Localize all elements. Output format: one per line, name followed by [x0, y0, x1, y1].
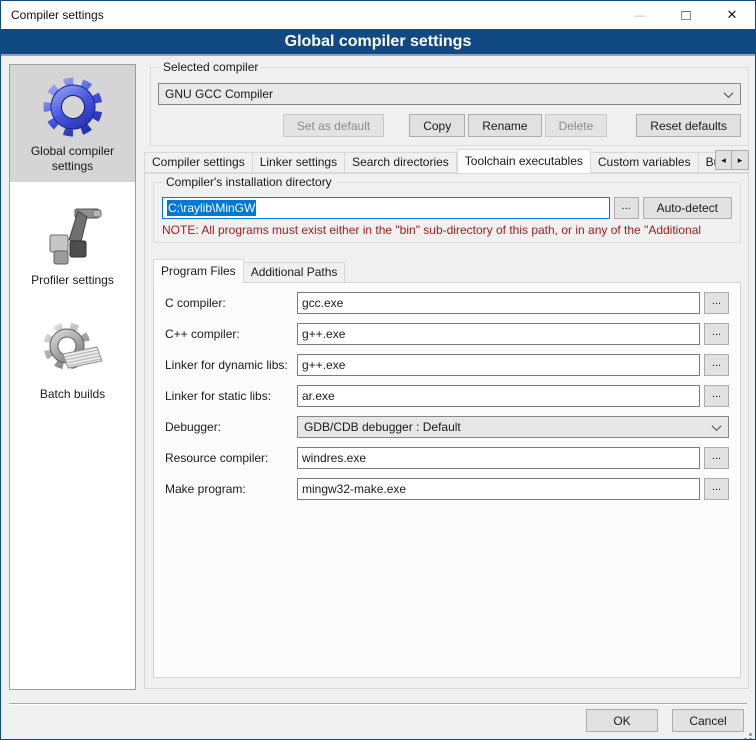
- browse-button[interactable]: ...: [704, 323, 729, 345]
- cpp-compiler-row: C++ compiler: ...: [165, 323, 729, 345]
- set-as-default-button[interactable]: Set as default: [283, 114, 384, 137]
- gear-stack-icon: [41, 318, 105, 382]
- installation-directory-group: Compiler's installation directory C:\ray…: [153, 182, 741, 243]
- sidebar-item-profiler-settings[interactable]: Profiler settings: [10, 194, 135, 296]
- selected-compiler-group: Selected compiler GNU GCC Compiler Set a…: [150, 67, 749, 146]
- c-compiler-input[interactable]: [297, 292, 700, 314]
- maximize-icon[interactable]: □: [663, 1, 709, 29]
- note-text: NOTE: All programs must exist either in …: [162, 223, 732, 237]
- settings-sidebar: Global compiler settings Profiler settin…: [9, 64, 136, 690]
- reset-defaults-button[interactable]: Reset defaults: [636, 114, 741, 137]
- debugger-select[interactable]: GDB/CDB debugger : Default: [297, 416, 729, 438]
- sidebar-item-batch-builds[interactable]: Batch builds: [10, 308, 135, 410]
- field-label: Linker for dynamic libs:: [165, 358, 297, 372]
- settings-tabs: Compiler settings Linker settings Search…: [144, 149, 749, 173]
- selected-path-text: C:\raylib\MinGW: [167, 200, 256, 216]
- browse-button[interactable]: ...: [704, 478, 729, 500]
- sidebar-item-label: Profiler settings: [31, 273, 114, 288]
- field-label: Debugger:: [165, 420, 297, 434]
- field-label: C++ compiler:: [165, 327, 297, 341]
- sidebar-item-label: Global compiler settings: [13, 144, 132, 174]
- tab-scroll-arrows: ◂ ▸: [715, 150, 749, 170]
- resize-grip[interactable]: [749, 733, 752, 736]
- caliper-icon: [41, 204, 105, 268]
- debugger-row: Debugger: GDB/CDB debugger : Default: [165, 416, 729, 438]
- gear-blue-icon: [41, 75, 105, 139]
- debugger-select-value: GDB/CDB debugger : Default: [304, 420, 713, 434]
- program-files-page: C compiler: ... C++ compiler: ... Linker…: [153, 282, 741, 678]
- rename-button[interactable]: Rename: [468, 114, 541, 137]
- minimize-icon[interactable]: —: [617, 1, 663, 29]
- tab-linker-settings[interactable]: Linker settings: [253, 152, 345, 173]
- make-program-row: Make program: ...: [165, 478, 729, 500]
- main-content: Selected compiler GNU GCC Compiler Set a…: [144, 60, 749, 700]
- tab-additional-paths[interactable]: Additional Paths: [244, 262, 346, 283]
- tab-compiler-settings[interactable]: Compiler settings: [144, 152, 253, 173]
- tab-custom-variables[interactable]: Custom variables: [591, 152, 699, 173]
- ok-button[interactable]: OK: [586, 709, 658, 732]
- tab-search-directories[interactable]: Search directories: [345, 152, 457, 173]
- auto-detect-button[interactable]: Auto-detect: [643, 197, 732, 219]
- window-controls: — □ ✕: [617, 1, 755, 29]
- page-title: Global compiler settings: [1, 29, 755, 56]
- browse-directory-button[interactable]: ...: [614, 197, 639, 219]
- tab-scroll-left-icon[interactable]: ◂: [715, 150, 732, 170]
- sidebar-item-label: Batch builds: [40, 387, 105, 402]
- programs-subtabs: Program Files Additional Paths: [153, 259, 345, 283]
- titlebar: Compiler settings — □ ✕: [1, 1, 755, 29]
- delete-button[interactable]: Delete: [545, 114, 608, 137]
- resource-compiler-input[interactable]: [297, 447, 700, 469]
- field-label: Linker for static libs:: [165, 389, 297, 403]
- compiler-select-value: GNU GCC Compiler: [165, 87, 725, 101]
- close-icon[interactable]: ✕: [709, 1, 755, 29]
- compiler-buttons: Set as default Copy Rename Delete Reset …: [158, 114, 741, 137]
- tab-toolchain-executables[interactable]: Toolchain executables: [457, 149, 591, 173]
- compiler-settings-dialog: Compiler settings — □ ✕ Global compiler …: [0, 0, 756, 740]
- footer-divider: [9, 703, 747, 705]
- toolchain-executables-panel: Compiler's installation directory C:\ray…: [144, 173, 749, 689]
- tab-scroll-right-icon[interactable]: ▸: [732, 150, 749, 170]
- chevron-down-icon: [724, 88, 734, 98]
- copy-button[interactable]: Copy: [409, 114, 465, 137]
- cpp-compiler-input[interactable]: [297, 323, 700, 345]
- dialog-buttons: OK Cancel: [586, 709, 744, 732]
- installation-directory-input[interactable]: C:\raylib\MinGW: [162, 197, 610, 219]
- resource-compiler-row: Resource compiler: ...: [165, 447, 729, 469]
- dynamic-linker-row: Linker for dynamic libs: ...: [165, 354, 729, 376]
- browse-button[interactable]: ...: [704, 354, 729, 376]
- sidebar-item-global-compiler-settings[interactable]: Global compiler settings: [10, 65, 135, 182]
- cancel-button[interactable]: Cancel: [672, 709, 744, 732]
- c-compiler-row: C compiler: ...: [165, 292, 729, 314]
- window-title: Compiler settings: [11, 8, 104, 22]
- field-label: Make program:: [165, 482, 297, 496]
- group-label: Selected compiler: [159, 60, 262, 74]
- browse-button[interactable]: ...: [704, 447, 729, 469]
- tab-program-files[interactable]: Program Files: [153, 259, 244, 283]
- field-label: Resource compiler:: [165, 451, 297, 465]
- group-label: Compiler's installation directory: [162, 175, 336, 189]
- compiler-select[interactable]: GNU GCC Compiler: [158, 83, 741, 105]
- browse-button[interactable]: ...: [704, 385, 729, 407]
- make-program-input[interactable]: [297, 478, 700, 500]
- static-linker-row: Linker for static libs: ...: [165, 385, 729, 407]
- dynamic-linker-input[interactable]: [297, 354, 700, 376]
- static-linker-input[interactable]: [297, 385, 700, 407]
- chevron-down-icon: [712, 421, 722, 431]
- field-label: C compiler:: [165, 296, 297, 310]
- browse-button[interactable]: ...: [704, 292, 729, 314]
